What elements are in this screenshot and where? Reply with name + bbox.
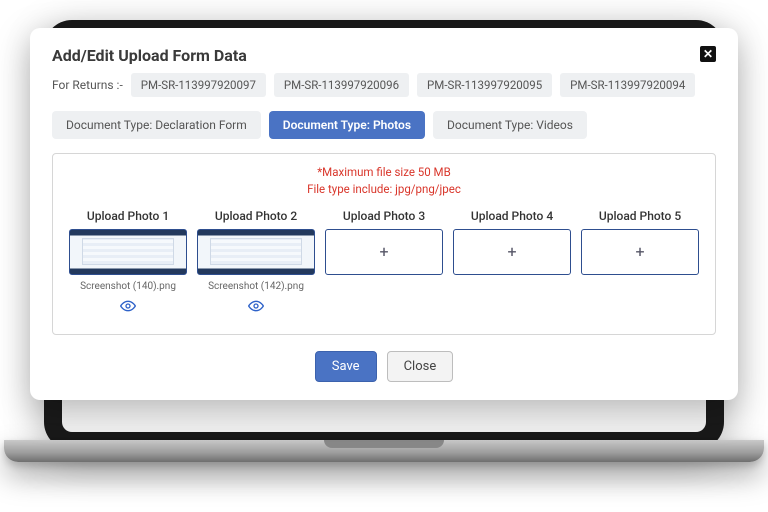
- upload-slot: Upload Photo 4 +: [453, 209, 571, 314]
- preview-eye-icon[interactable]: [120, 298, 136, 314]
- modal-title: Add/Edit Upload Form Data: [52, 46, 247, 65]
- laptop-base: [4, 440, 764, 462]
- laptop-notch: [324, 440, 444, 448]
- save-button[interactable]: Save: [315, 351, 377, 382]
- returns-row: For Returns :- PM-SR-113997920097 PM-SR-…: [52, 73, 716, 97]
- return-chip[interactable]: PM-SR-113997920094: [560, 73, 695, 97]
- modal-header: Add/Edit Upload Form Data ✕: [52, 46, 716, 65]
- tab-photos[interactable]: Document Type: Photos: [269, 111, 425, 139]
- upload-slot: Upload Photo 3 +: [325, 209, 443, 314]
- returns-label: For Returns :-: [52, 78, 123, 92]
- warning-line-size: *Maximum file size 50 MB: [69, 164, 699, 181]
- slot-label: Upload Photo 5: [599, 209, 681, 223]
- upload-panel: *Maximum file size 50 MB File type inclu…: [52, 153, 716, 335]
- return-chip[interactable]: PM-SR-113997920097: [131, 73, 266, 97]
- upload-slot: Upload Photo 2 Screenshot (142).png: [197, 209, 315, 314]
- upload-warning: *Maximum file size 50 MB File type inclu…: [69, 164, 699, 199]
- slot-label: Upload Photo 3: [343, 209, 425, 223]
- return-chip[interactable]: PM-SR-113997920095: [417, 73, 552, 97]
- slot-label: Upload Photo 1: [87, 209, 169, 223]
- slot-label: Upload Photo 4: [471, 209, 553, 223]
- photo-thumbnail[interactable]: [69, 229, 187, 275]
- photo-thumbnail[interactable]: [197, 229, 315, 275]
- add-photo-placeholder[interactable]: +: [581, 229, 699, 275]
- upload-slots: Upload Photo 1 Screenshot (140).png Uplo…: [69, 209, 699, 314]
- upload-slot: Upload Photo 5 +: [581, 209, 699, 314]
- upload-modal: Add/Edit Upload Form Data ✕ For Returns …: [30, 28, 738, 400]
- filename-label: Screenshot (142).png: [208, 281, 304, 292]
- tab-videos[interactable]: Document Type: Videos: [433, 111, 587, 139]
- upload-slot: Upload Photo 1 Screenshot (140).png: [69, 209, 187, 314]
- filename-label: Screenshot (140).png: [80, 281, 176, 292]
- close-icon[interactable]: ✕: [700, 46, 716, 62]
- slot-label: Upload Photo 2: [215, 209, 297, 223]
- add-photo-placeholder[interactable]: +: [453, 229, 571, 275]
- close-button[interactable]: Close: [387, 351, 454, 382]
- preview-eye-icon[interactable]: [248, 298, 264, 314]
- add-photo-placeholder[interactable]: +: [325, 229, 443, 275]
- tab-declaration-form[interactable]: Document Type: Declaration Form: [52, 111, 261, 139]
- doc-type-tabs: Document Type: Declaration Form Document…: [52, 111, 716, 139]
- return-chip[interactable]: PM-SR-113997920096: [274, 73, 409, 97]
- modal-actions: Save Close: [52, 351, 716, 382]
- warning-line-types: File type include: jpg/png/jpec: [69, 181, 699, 198]
